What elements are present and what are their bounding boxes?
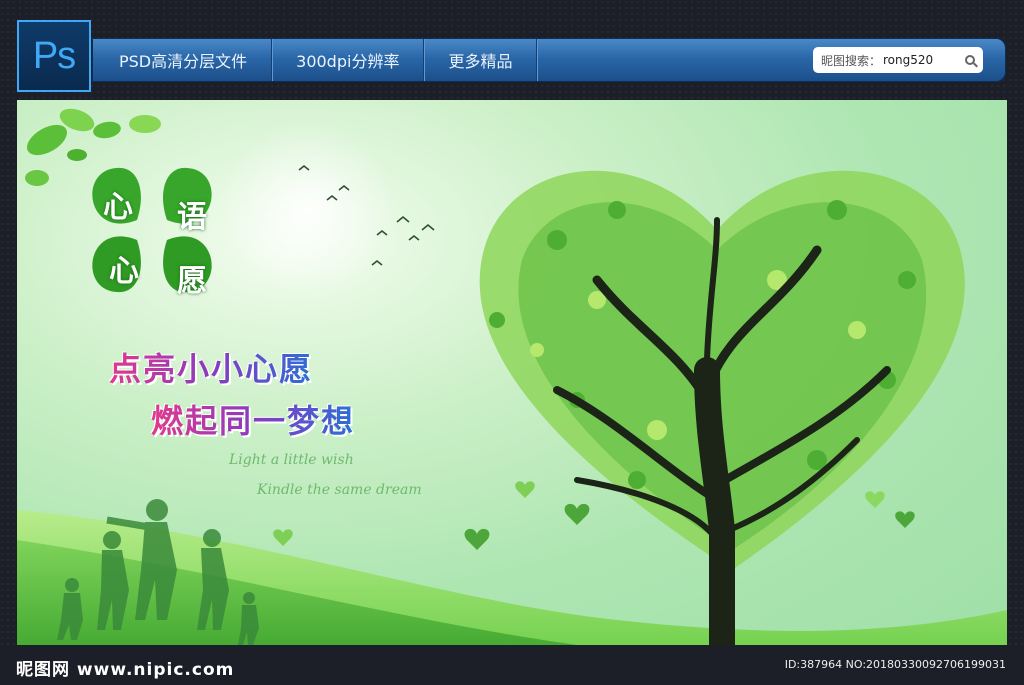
corner-leaves xyxy=(25,108,161,186)
english-line-2: Kindle the same dream xyxy=(257,482,422,498)
logo-text: Ps xyxy=(32,34,76,77)
nav-item-more[interactable]: 更多精品 xyxy=(424,39,538,81)
nav-item-dpi[interactable]: 300dpi分辨率 xyxy=(272,39,425,81)
photoshop-logo: Ps xyxy=(17,20,91,92)
top-nav-bar: PSD高清分层文件 300dpi分辨率 更多精品 昵图搜索： rong520 xyxy=(92,38,1006,82)
image-id-watermark: ID:387964 NO:20180330092706199031 xyxy=(784,658,1006,671)
search-label: 昵图搜索： xyxy=(821,53,882,68)
clover-char-4: 愿 xyxy=(177,264,207,299)
clover-char-2: 语 xyxy=(177,200,207,235)
english-line-1: Light a little wish xyxy=(229,452,354,468)
slogan-line-2: 燃起同一梦想 xyxy=(151,396,355,442)
site-watermark: 昵图网 www.nipic.com xyxy=(16,660,235,680)
slogan-line-1: 点亮小小心愿 xyxy=(109,344,313,390)
search-input[interactable]: 昵图搜索： rong520 xyxy=(813,47,983,73)
search-value: rong520 xyxy=(883,53,934,67)
clover-char-1: 心 xyxy=(103,190,133,225)
poster-image: 心 语 心 愿 点亮小小心愿 燃起同一梦想 Light a little wis… xyxy=(17,100,1007,660)
birds xyxy=(298,164,435,266)
clover-char-3: 心 xyxy=(109,254,139,289)
nav-item-psd[interactable]: PSD高清分层文件 xyxy=(93,39,273,81)
search-icon[interactable] xyxy=(965,55,975,65)
